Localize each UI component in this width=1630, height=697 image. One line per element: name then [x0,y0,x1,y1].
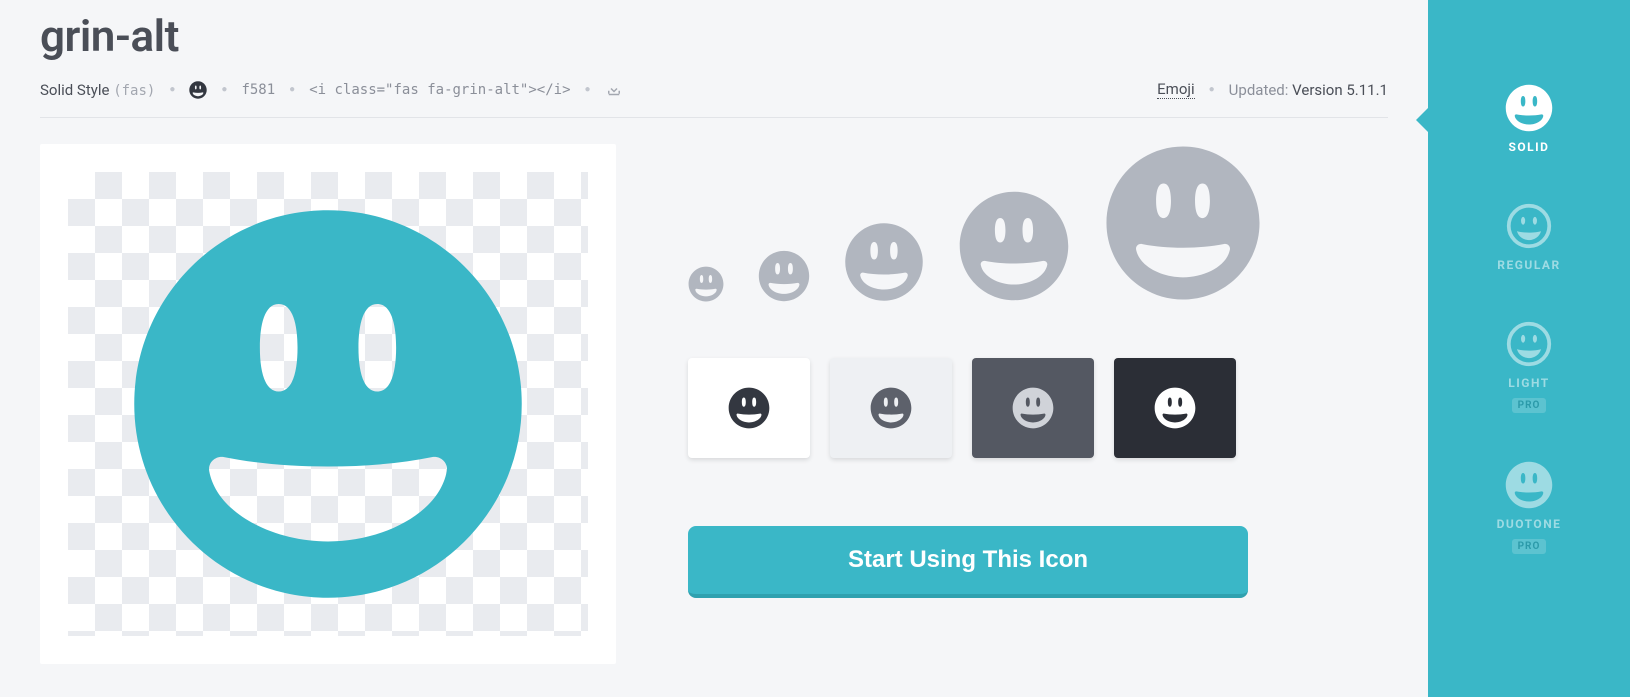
updated-text: Updated: Version 5.11.1 [1229,81,1388,99]
pro-badge: PRO [1512,539,1547,554]
size-preview-md[interactable] [844,222,924,302]
bg-swatch-black[interactable] [1114,358,1236,458]
start-using-button[interactable]: Start Using This Icon [688,526,1248,598]
size-preview-xs[interactable] [688,266,724,302]
icon-preview-panel [40,144,616,664]
style-light[interactable]: LIGHT PRO [1505,320,1553,413]
grin-alt-icon [189,80,207,99]
style-solid[interactable]: SOLID [1505,84,1553,154]
style-label: Solid Style (fas) [40,81,155,99]
unicode-code[interactable]: f581 [241,82,275,98]
bg-swatch-dark[interactable] [972,358,1094,458]
size-scale-row [688,144,1248,302]
style-duotone[interactable]: DUOTONE PRO [1497,461,1562,554]
separator-dot: ● [1209,84,1215,95]
separator-dot: ● [221,84,227,95]
separator-dot: ● [289,84,295,95]
size-preview-sm[interactable] [758,250,810,302]
page-title: grin-alt [40,10,1388,62]
download-icon[interactable] [605,80,623,99]
style-sidebar: SOLID REGULAR LIGHT PRO DUOTONE PRO [1428,0,1630,697]
style-label: DUOTONE [1497,517,1562,531]
size-preview-xl[interactable] [1104,144,1262,302]
separator-dot: ● [169,84,175,95]
bg-swatch-white[interactable] [688,358,810,458]
code-snippet[interactable]: <i class="fas fa-grin-alt"></i> [309,82,570,98]
bg-swatch-light[interactable] [830,358,952,458]
style-label: LIGHT [1508,376,1549,390]
pro-badge: PRO [1512,398,1547,413]
style-label: SOLID [1509,140,1550,154]
category-link[interactable]: Emoji [1157,80,1194,99]
style-label: REGULAR [1497,258,1560,272]
background-swatches [688,358,1248,458]
grin-alt-icon [128,204,528,604]
size-preview-lg[interactable] [958,190,1070,302]
style-regular[interactable]: REGULAR [1497,202,1560,272]
meta-bar: Solid Style (fas) ● ● f581 ● <i class="f… [40,80,1388,118]
separator-dot: ● [585,84,591,95]
